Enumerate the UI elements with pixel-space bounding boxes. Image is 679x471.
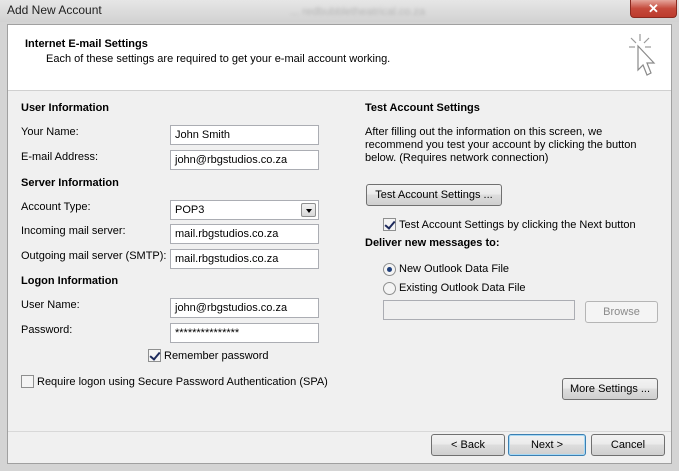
password-label: Password:: [21, 324, 73, 336]
incoming-server-label: Incoming mail server:: [21, 225, 126, 237]
header-title: Internet E-mail Settings: [25, 38, 148, 50]
username-label: User Name:: [21, 299, 80, 311]
new-data-file-radio[interactable]: [383, 263, 396, 276]
test-account-settings-button[interactable]: Test Account Settings ...: [366, 184, 502, 206]
incoming-server-field[interactable]: mail.rbgstudios.co.za: [170, 224, 319, 244]
cursor-sparkle-icon: [626, 32, 660, 87]
more-settings-button[interactable]: More Settings ...: [562, 378, 658, 400]
browse-button: Browse: [585, 301, 658, 323]
back-button[interactable]: < Back: [431, 434, 505, 456]
email-label: E-mail Address:: [21, 151, 99, 163]
outgoing-server-field[interactable]: mail.rbgstudios.co.za: [170, 249, 319, 269]
title-bar: Add New Account ... redbubbletheatrical.…: [0, 0, 679, 22]
your-name-field[interactable]: John Smith: [170, 125, 319, 145]
deliver-heading: Deliver new messages to:: [365, 237, 500, 249]
background-window-text: ... redbubbletheatrical.co.za: [290, 6, 426, 18]
account-type-select[interactable]: POP3: [170, 200, 319, 220]
existing-data-file-radio[interactable]: [383, 282, 396, 295]
cancel-button[interactable]: Cancel: [591, 434, 665, 456]
next-button[interactable]: Next >: [508, 434, 586, 456]
chevron-down-icon[interactable]: [301, 203, 316, 217]
test-description-line1: After filling out the information on thi…: [365, 126, 603, 138]
dialog-client-area: Internet E-mail Settings Each of these s…: [7, 24, 672, 464]
window-title: Add New Account: [7, 3, 102, 17]
username-field[interactable]: john@rbgstudios.co.za: [170, 298, 319, 318]
footer-separator: [8, 431, 671, 432]
server-info-heading: Server Information: [21, 177, 119, 189]
test-description-line2: recommend you test your account by click…: [365, 139, 637, 151]
existing-data-file-label[interactable]: Existing Outlook Data File: [399, 282, 526, 294]
test-settings-heading: Test Account Settings: [365, 102, 480, 114]
header-subtitle: Each of these settings are required to g…: [46, 53, 391, 65]
close-button[interactable]: ✕: [630, 0, 677, 18]
user-info-heading: User Information: [21, 102, 110, 114]
account-type-value: POP3: [175, 204, 205, 216]
test-next-checkbox[interactable]: [383, 218, 396, 231]
remember-password-label[interactable]: Remember password: [164, 350, 269, 362]
remember-password-checkbox[interactable]: [148, 349, 161, 362]
dialog-header: Internet E-mail Settings Each of these s…: [8, 25, 671, 91]
outgoing-server-label: Outgoing mail server (SMTP):: [21, 250, 167, 262]
test-next-label[interactable]: Test Account Settings by clicking the Ne…: [399, 219, 636, 231]
your-name-label: Your Name:: [21, 126, 79, 138]
password-field[interactable]: ***************: [170, 323, 319, 343]
logon-info-heading: Logon Information: [21, 275, 119, 287]
existing-data-file-path: [383, 300, 575, 320]
email-field[interactable]: john@rbgstudios.co.za: [170, 150, 319, 170]
account-type-label: Account Type:: [21, 201, 91, 213]
new-data-file-label[interactable]: New Outlook Data File: [399, 263, 509, 275]
spa-label[interactable]: Require logon using Secure Password Auth…: [37, 376, 328, 388]
test-description-line3: below. (Requires network connection): [365, 152, 549, 164]
spa-checkbox[interactable]: [21, 375, 34, 388]
